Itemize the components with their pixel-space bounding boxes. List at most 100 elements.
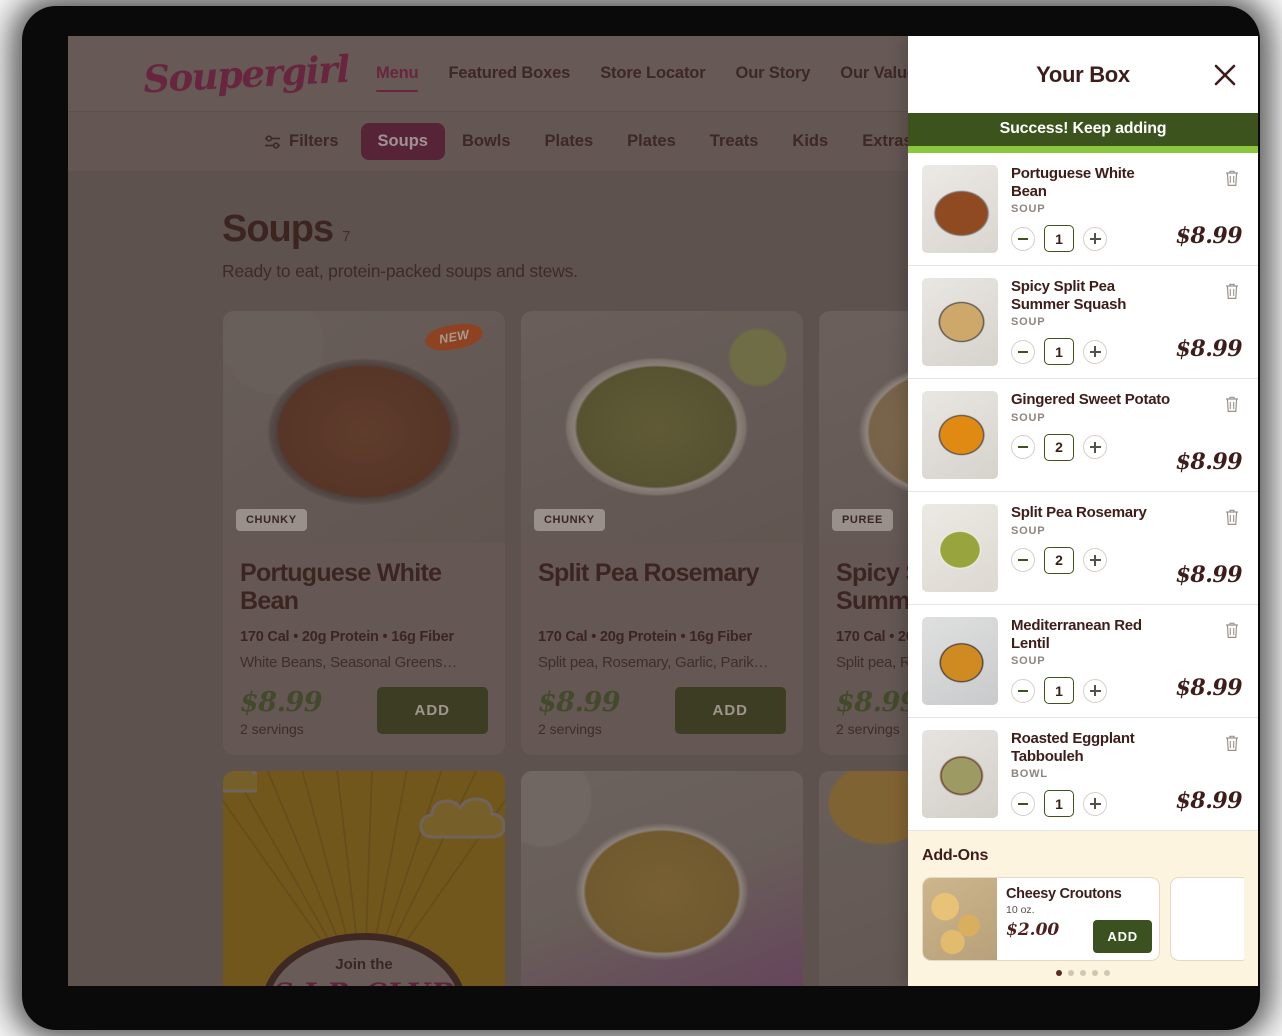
nav-link-our-story[interactable]: Our Story bbox=[736, 64, 811, 83]
carousel-dot[interactable] bbox=[1080, 970, 1086, 976]
addon-details: Cheesy Croutons 10 oz. $2.00 ADD bbox=[997, 878, 1159, 960]
product-ingredients: Split pea, Rosemary, Garlic, Parik… bbox=[538, 654, 769, 671]
category-tab-plates-2[interactable]: Plates bbox=[610, 123, 693, 160]
product-card-footer: $8.99 2 servings ADD bbox=[538, 687, 786, 737]
addon-card[interactable] bbox=[1170, 877, 1244, 961]
filters-button[interactable]: Filters bbox=[264, 132, 339, 151]
cart-item-name: Gingered Sweet Potato bbox=[1011, 391, 1170, 408]
carousel-dot[interactable] bbox=[1068, 970, 1074, 976]
product-card[interactable]: NEW CHUNKY Portuguese White Bean 170 Cal… bbox=[222, 310, 506, 756]
trash-icon[interactable] bbox=[1224, 621, 1240, 639]
cart-header: Your Box bbox=[908, 36, 1258, 113]
cart-item-price: $8.99 bbox=[1175, 562, 1243, 588]
cart-item-list[interactable]: Portuguese White Bean SOUP 1 $8.99 Spicy… bbox=[908, 153, 1258, 831]
cart-item-category: SOUP bbox=[1011, 524, 1046, 537]
carousel-dot[interactable] bbox=[1092, 970, 1098, 976]
quantity-value[interactable]: 1 bbox=[1044, 677, 1074, 705]
add-to-box-button[interactable]: ADD bbox=[376, 687, 488, 734]
page-title: Soups bbox=[222, 208, 334, 250]
add-to-box-button[interactable]: ADD bbox=[674, 687, 786, 734]
addon-name: Cheesy Croutons bbox=[1006, 886, 1122, 902]
sip-club-promo-card[interactable]: Join the S.I.P. CLUB bbox=[222, 770, 506, 986]
category-tab-bowls[interactable]: Bowls bbox=[445, 123, 528, 160]
decrease-quantity-button[interactable] bbox=[1011, 548, 1035, 573]
trash-icon[interactable] bbox=[1224, 169, 1240, 187]
product-price: $8.99 bbox=[538, 687, 621, 718]
product-price: $8.99 bbox=[240, 687, 323, 718]
trash-icon[interactable] bbox=[1224, 395, 1240, 413]
product-card-footer: $8.99 2 servings ADD bbox=[240, 687, 488, 737]
increase-quantity-button[interactable] bbox=[1083, 548, 1107, 573]
promo-club-label: S.I.P. CLUB bbox=[273, 977, 455, 986]
soupergirl-logo[interactable]: Soupergirl bbox=[142, 43, 350, 104]
cart-drawer: Your Box Success! Keep adding Portuguese… bbox=[908, 36, 1258, 986]
cart-item-thumbnail bbox=[922, 165, 998, 253]
promo-join-label: Join the bbox=[335, 956, 393, 973]
quantity-value[interactable]: 1 bbox=[1044, 225, 1074, 253]
cart-item-category: BOWL bbox=[1011, 768, 1048, 781]
cart-progress-fill bbox=[908, 146, 1258, 153]
product-card[interactable]: CHUNKY Split Pea Rosemary 170 Cal • 20g … bbox=[520, 310, 804, 756]
cart-item-category: SOUP bbox=[1011, 203, 1046, 216]
addon-size: 10 oz. bbox=[1006, 904, 1035, 916]
cloud-icon bbox=[419, 797, 505, 839]
nav-link-featured-boxes[interactable]: Featured Boxes bbox=[448, 64, 570, 83]
carousel-dot[interactable] bbox=[1056, 970, 1062, 976]
trash-icon[interactable] bbox=[1224, 508, 1240, 526]
carousel-dots[interactable] bbox=[922, 970, 1244, 976]
filters-label: Filters bbox=[289, 132, 339, 150]
addon-image bbox=[1171, 878, 1244, 960]
addons-carousel[interactable]: Cheesy Croutons 10 oz. $2.00 ADD bbox=[922, 877, 1244, 961]
decrease-quantity-button[interactable] bbox=[1011, 678, 1035, 703]
cart-item-category: SOUP bbox=[1011, 655, 1046, 668]
category-tab-treats[interactable]: Treats bbox=[693, 123, 776, 160]
cart-item-price: $8.99 bbox=[1175, 675, 1243, 701]
decrease-quantity-button[interactable] bbox=[1011, 339, 1035, 364]
decrease-quantity-button[interactable] bbox=[1011, 435, 1035, 460]
cart-item-thumbnail bbox=[922, 730, 998, 818]
product-price-block: $8.99 2 servings bbox=[538, 687, 621, 737]
trash-icon[interactable] bbox=[1224, 282, 1240, 300]
carousel-dot[interactable] bbox=[1104, 970, 1110, 976]
product-price-block: $8.99 2 servings bbox=[836, 687, 919, 737]
device-frame: Soupergirl Menu Featured Boxes Store Loc… bbox=[22, 6, 1260, 1030]
product-price: $8.99 bbox=[836, 687, 919, 718]
nav-link-menu[interactable]: Menu bbox=[376, 64, 419, 92]
cart-item: Spicy Split Pea Summer Squash SOUP 1 $8.… bbox=[908, 266, 1258, 379]
browser-viewport: Soupergirl Menu Featured Boxes Store Loc… bbox=[68, 36, 1258, 986]
product-macros: 170 Cal • 20g Protein • 16g Fiber bbox=[240, 629, 454, 645]
cart-item-category: SOUP bbox=[1011, 316, 1046, 329]
increase-quantity-button[interactable] bbox=[1083, 678, 1107, 703]
quantity-value[interactable]: 2 bbox=[1044, 433, 1074, 461]
category-tab-plates-1[interactable]: Plates bbox=[528, 123, 611, 160]
increase-quantity-button[interactable] bbox=[1083, 791, 1107, 816]
category-tab-kids[interactable]: Kids bbox=[775, 123, 845, 160]
increase-quantity-button[interactable] bbox=[1083, 226, 1107, 251]
nav-link-store-locator[interactable]: Store Locator bbox=[600, 64, 705, 83]
close-icon[interactable] bbox=[1211, 61, 1239, 89]
quantity-value[interactable]: 2 bbox=[1044, 546, 1074, 574]
decrease-quantity-button[interactable] bbox=[1011, 791, 1035, 816]
texture-badge: CHUNKY bbox=[534, 509, 605, 531]
increase-quantity-button[interactable] bbox=[1083, 435, 1107, 460]
category-tab-soups[interactable]: Soups bbox=[360, 123, 445, 160]
increase-quantity-button[interactable] bbox=[1083, 339, 1107, 364]
main-navigation: Menu Featured Boxes Store Locator Our St… bbox=[376, 64, 925, 92]
trash-icon[interactable] bbox=[1224, 734, 1240, 752]
product-macros: 170 Cal • 20g Protein • 16g Fiber bbox=[538, 629, 752, 645]
addon-add-button[interactable]: ADD bbox=[1093, 920, 1152, 953]
cart-item-price: $8.99 bbox=[1175, 449, 1243, 475]
quantity-value[interactable]: 1 bbox=[1044, 790, 1074, 818]
cart-item-price: $8.99 bbox=[1175, 223, 1243, 249]
product-card[interactable] bbox=[520, 770, 804, 986]
decrease-quantity-button[interactable] bbox=[1011, 226, 1035, 251]
cart-item-category: SOUP bbox=[1011, 411, 1046, 424]
quantity-value[interactable]: 1 bbox=[1044, 338, 1074, 366]
product-name: Portuguese White Bean bbox=[240, 559, 442, 616]
product-card-body: Portuguese White Bean 170 Cal • 20g Prot… bbox=[223, 543, 505, 755]
cart-item-name: Spicy Split Pea Summer Squash bbox=[1011, 278, 1127, 313]
addon-card[interactable]: Cheesy Croutons 10 oz. $2.00 ADD bbox=[922, 877, 1160, 961]
product-servings: 2 servings bbox=[240, 721, 304, 737]
cart-item: Roasted Eggplant Tabbouleh BOWL 1 $8.99 bbox=[908, 718, 1258, 831]
cart-item-name: Mediterranean Red Lentil bbox=[1011, 617, 1142, 652]
